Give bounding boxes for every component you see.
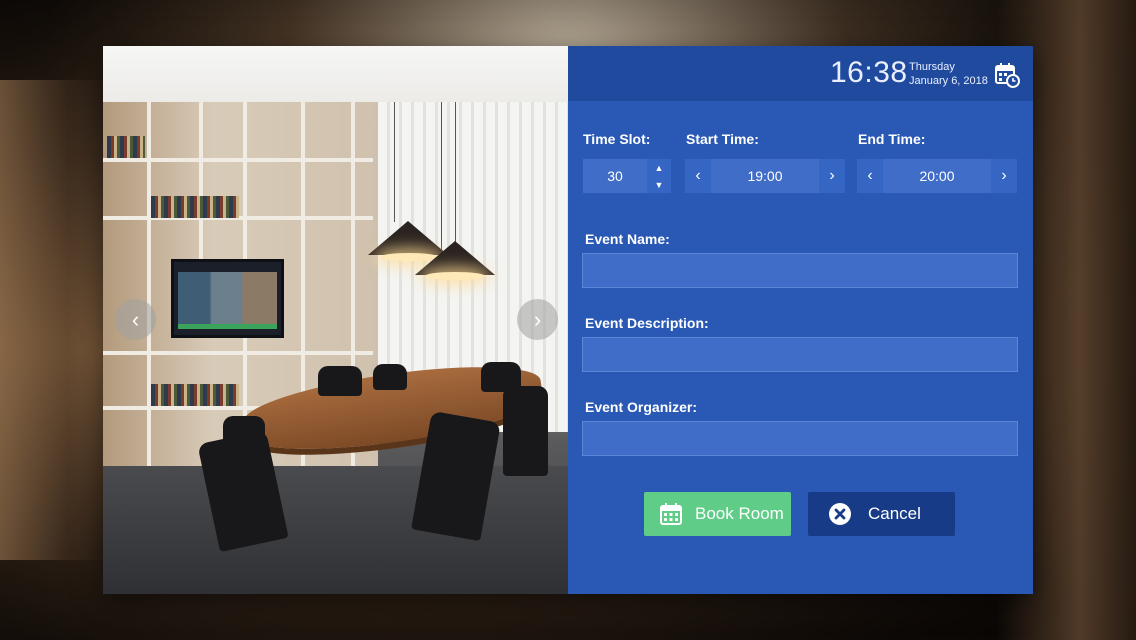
chevron-up-icon: ▲ <box>654 162 664 173</box>
photo-books <box>151 196 239 218</box>
current-weekday: Thursday <box>909 61 955 73</box>
photo-wall-display <box>171 259 284 338</box>
photo-shelf-divider <box>147 102 151 472</box>
gallery-prev-button[interactable]: ‹ <box>115 299 156 340</box>
photo-lamp-glow <box>425 272 485 280</box>
event-description-field[interactable] <box>582 337 1018 372</box>
book-room-label: Book Room <box>695 504 784 523</box>
photo-ceiling <box>103 46 568 102</box>
photo-chair <box>481 362 521 392</box>
form-header: 16:38 Thursday January 6, 2018 <box>568 46 1033 101</box>
time-slot-stepper[interactable]: 30 ▲ ▼ <box>583 159 671 193</box>
cancel-label: Cancel <box>868 504 921 523</box>
photo-books <box>107 136 145 158</box>
calendar-icon <box>659 502 683 526</box>
room-photo: ‹ › <box>103 46 568 594</box>
start-time-selector[interactable]: ‹ 19:00 › <box>685 159 845 193</box>
photo-pendant-lamp <box>415 241 495 275</box>
gallery-next-button[interactable]: › <box>517 299 558 340</box>
photo-lamp-wire <box>394 102 395 222</box>
start-time-value[interactable]: 19:00 <box>711 159 819 193</box>
photo-lamp-wire <box>455 102 456 252</box>
end-time-next-button[interactable]: › <box>991 159 1017 193</box>
photo-shelf-divider <box>199 102 203 262</box>
start-time-label: Start Time: <box>686 131 759 147</box>
chevron-right-icon: › <box>1001 167 1007 184</box>
book-room-button[interactable]: Book Room <box>644 492 791 536</box>
chevron-down-icon: ▼ <box>654 179 664 190</box>
photo-shelf <box>103 351 373 355</box>
photo-books <box>151 384 239 406</box>
end-time-prev-button[interactable]: ‹ <box>857 159 883 193</box>
current-time: 16:38 <box>830 56 908 89</box>
booking-form: 16:38 Thursday January 6, 2018 Time Slot… <box>568 46 1033 594</box>
chevron-left-icon: ‹ <box>131 306 140 332</box>
cancel-button[interactable]: Cancel <box>808 492 955 536</box>
chevron-right-icon: › <box>533 306 542 332</box>
time-slot-decrement-button[interactable]: ▼ <box>647 176 671 193</box>
time-slot-increment-button[interactable]: ▲ <box>647 159 671 176</box>
time-slot-value[interactable]: 30 <box>583 159 647 193</box>
event-name-label: Event Name: <box>585 231 670 247</box>
event-organizer-field[interactable] <box>582 421 1018 456</box>
end-time-selector[interactable]: ‹ 20:00 › <box>857 159 1017 193</box>
photo-chair <box>503 386 548 476</box>
event-name-field[interactable] <box>582 253 1018 288</box>
end-time-label: End Time: <box>858 131 926 147</box>
current-date-text: January 6, 2018 <box>909 75 988 87</box>
event-organizer-label: Event Organizer: <box>585 399 698 415</box>
background-blur-left <box>0 80 110 560</box>
photo-floor <box>103 466 568 594</box>
chevron-left-icon: ‹ <box>695 167 701 184</box>
start-time-prev-button[interactable]: ‹ <box>685 159 711 193</box>
calendar-clock-icon[interactable] <box>994 62 1020 88</box>
event-description-label: Event Description: <box>585 315 709 331</box>
photo-shelf <box>103 158 373 162</box>
end-time-value[interactable]: 20:00 <box>883 159 991 193</box>
photo-chair <box>373 364 407 390</box>
start-time-next-button[interactable]: › <box>819 159 845 193</box>
photo-chair <box>318 366 362 396</box>
chevron-right-icon: › <box>829 167 835 184</box>
current-date: Thursday January 6, 2018 <box>909 60 988 88</box>
close-circle-icon <box>828 502 852 526</box>
chevron-left-icon: ‹ <box>867 167 873 184</box>
time-slot-label: Time Slot: <box>583 131 651 147</box>
booking-panel: ‹ › 16:38 Thursday January 6, 2018 Time … <box>103 46 1033 594</box>
